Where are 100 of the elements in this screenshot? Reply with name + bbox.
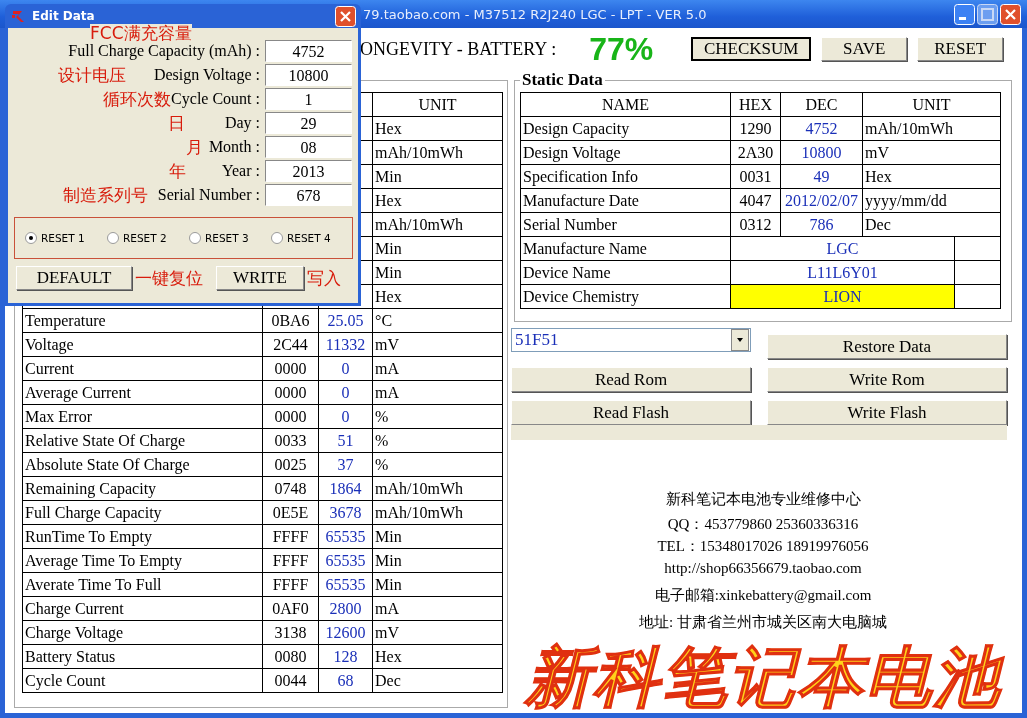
table-cell: 65535 — [325, 551, 366, 569]
radio-icon[interactable] — [271, 232, 283, 244]
table-cell: Remaining Capacity — [25, 479, 157, 497]
table-cell: 4752 — [805, 119, 838, 137]
table-cell: mAh/10mWh — [375, 143, 463, 161]
table-cell: 49 — [813, 167, 830, 185]
table-cell: Manufacture Date — [523, 191, 639, 209]
table-cell: LGC — [730, 236, 955, 261]
radio-icon[interactable] — [107, 232, 119, 244]
restore-data-button[interactable]: Restore Data — [767, 334, 1007, 359]
table-cell: 0000 — [274, 407, 307, 425]
input-field[interactable]: 1 — [265, 88, 352, 110]
table-cell: Charge Current — [25, 599, 124, 617]
input-field[interactable]: 29 — [265, 112, 352, 134]
contact-text: http://shop66356679.taobao.com — [664, 559, 862, 578]
table-cell: Temperature — [25, 311, 106, 329]
action-button[interactable]: Read Flash — [511, 400, 751, 425]
annotation-text: 设计电压 — [57, 63, 126, 87]
input-field[interactable]: 678 — [265, 184, 352, 206]
table-cell: mA — [375, 599, 399, 617]
table-cell: Min — [375, 527, 402, 545]
field-label: Day : — [224, 114, 260, 132]
table-cell: 3678 — [329, 503, 362, 521]
table-cell: mA — [375, 383, 399, 401]
radio-icon[interactable] — [189, 232, 201, 244]
table-cell: Hex — [375, 191, 402, 209]
action-button[interactable]: Write Rom — [767, 367, 1007, 392]
annotation-text: 循环次数 — [103, 87, 172, 111]
table-cell: Hex — [375, 119, 402, 137]
table-cell: Average Current — [25, 383, 131, 401]
toolbar-button[interactable]: CHECKSUM — [691, 37, 812, 61]
table-cell: mAh/10mWh — [375, 215, 463, 233]
table-cell: % — [375, 455, 389, 473]
table-cell: 25.05 — [327, 311, 364, 329]
table-cell: L11L6Y01 — [730, 260, 955, 285]
banner-text: 新科笔记本电池 — [514, 641, 1012, 715]
field-label: Year : — [222, 162, 260, 180]
table-cell: Charge Voltage — [25, 623, 124, 641]
table-cell: Manufacture Name — [523, 239, 647, 257]
radio-icon[interactable] — [25, 232, 37, 244]
table-cell: Hex — [375, 647, 402, 665]
table-cell: Design Capacity — [523, 119, 630, 137]
maximize-icon[interactable] — [977, 3, 998, 25]
table-cell: Min — [375, 239, 402, 257]
table-cell: Voltage — [25, 335, 74, 353]
radio-option[interactable]: RESET 2 — [107, 232, 173, 244]
table-cell: 68 — [337, 671, 354, 689]
table-cell: Device Name — [523, 263, 611, 281]
toolbar-button[interactable]: SAVE — [821, 37, 908, 61]
column-header: NAME — [520, 92, 731, 117]
contact-text: 新科笔记本电池专业维修中心 — [665, 490, 861, 509]
close-icon[interactable] — [1000, 3, 1021, 25]
table-cell: Serial Number — [523, 215, 617, 233]
table-cell: Dec — [865, 215, 891, 233]
minimize-icon[interactable] — [954, 3, 975, 25]
table-cell: Dec — [375, 671, 401, 689]
table-cell: 0 — [341, 407, 350, 425]
close-icon[interactable] — [335, 5, 356, 27]
field-label: Serial Number : — [157, 186, 260, 204]
table-cell: Min — [375, 551, 402, 569]
dropdown-arrow-icon[interactable] — [731, 329, 749, 351]
battery-percent: 77% — [589, 30, 654, 68]
radio-option[interactable]: RESET 4 — [271, 232, 337, 244]
dropdown-field[interactable]: 51F51 — [511, 328, 751, 352]
column-header: DEC — [780, 92, 863, 117]
annotation-text: 制造系列号 — [62, 183, 148, 207]
action-button[interactable]: Read Rom — [511, 367, 751, 392]
action-button[interactable]: Write Flash — [767, 400, 1007, 425]
table-cell: 0 — [341, 359, 350, 377]
table-cell: Full Charge Capacity — [25, 503, 162, 521]
column-header: HEX — [730, 92, 781, 117]
table-cell: 2A30 — [737, 143, 774, 161]
table-cell: 2800 — [329, 599, 362, 617]
table-cell: Min — [375, 575, 402, 593]
radio-option[interactable]: RESET 1 — [25, 232, 91, 244]
column-header: UNIT — [862, 92, 1001, 117]
table-cell: 0044 — [274, 671, 307, 689]
radio-option[interactable]: RESET 3 — [189, 232, 255, 244]
table-cell: 10800 — [801, 143, 842, 161]
field-label: Design Voltage : — [153, 66, 260, 84]
dialog-button[interactable]: DEFAULT — [16, 266, 132, 290]
table-cell: 2012/02/07 — [785, 191, 858, 209]
annotation-text: 日 — [167, 111, 185, 135]
annotation-text: 写入 — [307, 267, 341, 290]
window-title: 79.taobao.com - M37512 R2J240 LGC - LPT - VER 5.0 — [363, 6, 707, 22]
table-cell: Cycle Count — [25, 671, 106, 689]
table-cell: 1864 — [329, 479, 362, 497]
column-header: UNIT — [372, 92, 503, 117]
dialog-title: Edit Data — [32, 9, 95, 23]
annotation-text: 一键复位 — [135, 267, 203, 290]
table-cell: Min — [375, 167, 402, 185]
contact-text: 电子邮箱:xinkebattery@gmail.com — [654, 586, 872, 605]
toolbar-button[interactable]: RESET — [917, 37, 1004, 61]
field-label: Full Charge Capacity (mAh) : — [68, 42, 260, 60]
input-field[interactable]: 08 — [265, 136, 352, 158]
input-field[interactable]: 2013 — [265, 160, 352, 182]
input-field[interactable]: 4752 — [265, 40, 352, 62]
input-field[interactable]: 10800 — [265, 64, 352, 86]
dialog-button[interactable]: WRITE — [216, 266, 304, 290]
table-cell: Relative State Of Charge — [25, 431, 186, 449]
